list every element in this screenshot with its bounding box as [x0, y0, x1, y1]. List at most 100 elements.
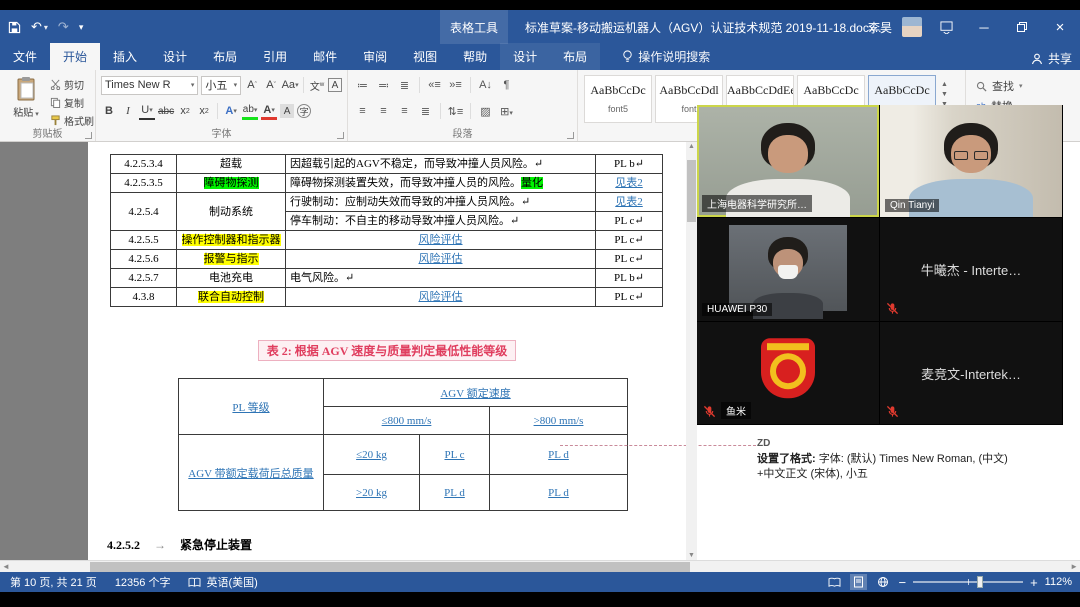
underline-button[interactable]: U▾: [139, 102, 155, 120]
zoom-slider-thumb[interactable]: [977, 576, 983, 588]
share-button[interactable]: 共享: [1031, 50, 1072, 67]
subscript-button[interactable]: x2: [177, 102, 193, 120]
line-spacing-icon[interactable]: ⇅≡: [447, 105, 464, 118]
paragraph-dialog-launcher[interactable]: [567, 132, 574, 139]
see-table2-link[interactable]: 见表2: [615, 177, 643, 189]
table-row: 4.3.8 联合自动控制 风险评估 PL c↵: [111, 288, 663, 307]
read-mode-button[interactable]: [826, 574, 843, 590]
ribbon-display-options-icon[interactable]: [932, 10, 960, 44]
grow-font-button[interactable]: Aˆ: [244, 76, 260, 94]
shrink-font-button[interactable]: Aˇ: [263, 76, 279, 94]
risk-assessment-link[interactable]: 风险评估: [419, 253, 463, 265]
qat-customize-icon[interactable]: ▾: [79, 22, 84, 33]
undo-icon[interactable]: ↶▾: [31, 19, 48, 35]
zoom-out-button[interactable]: −: [898, 575, 906, 590]
enclose-characters-icon[interactable]: 字: [297, 104, 311, 118]
restore-button[interactable]: [1008, 10, 1036, 44]
zoom-in-button[interactable]: +: [1030, 575, 1038, 590]
copy-button[interactable]: 复制: [50, 94, 94, 110]
multilevel-list-icon[interactable]: ≣: [396, 79, 413, 92]
tab-table-layout[interactable]: 布局: [550, 43, 600, 70]
shading-icon[interactable]: ▨: [477, 105, 494, 118]
clipboard-dialog-launcher[interactable]: [85, 132, 92, 139]
video-tile[interactable]: Qin Tianyi: [880, 105, 1063, 218]
video-tile[interactable]: 麦竞文-Intertek…: [880, 322, 1063, 425]
tab-home[interactable]: 开始: [50, 43, 100, 70]
align-center-icon[interactable]: ≡: [375, 105, 392, 117]
tab-design[interactable]: 设计: [150, 43, 200, 70]
numbering-icon[interactable]: ≕: [375, 79, 392, 92]
tell-me-search[interactable]: 操作说明搜索: [612, 43, 720, 70]
tab-file[interactable]: 文件: [0, 43, 50, 70]
horizontal-scrollbar[interactable]: ◄ ►: [0, 560, 1080, 572]
font-size-select[interactable]: 小五▾: [201, 76, 241, 95]
risk-assessment-link[interactable]: 风险评估: [419, 291, 463, 303]
scroll-down-icon[interactable]: ▼: [686, 552, 697, 559]
close-button[interactable]: ×: [1046, 10, 1074, 44]
tab-view[interactable]: 视图: [400, 43, 450, 70]
align-left-icon[interactable]: ≡: [354, 105, 371, 117]
character-border-icon[interactable]: A: [328, 78, 342, 92]
sort-icon[interactable]: A↓: [477, 79, 494, 91]
highlight-color-button[interactable]: ab▾: [242, 102, 258, 120]
text-effects-icon[interactable]: A▾: [223, 102, 239, 120]
language-indicator[interactable]: 英语(美国): [188, 574, 257, 590]
cut-button[interactable]: 剪切: [50, 76, 94, 92]
user-avatar[interactable]: [902, 17, 922, 37]
superscript-button[interactable]: x2: [196, 102, 212, 120]
participant-name-label: 鱼米: [721, 402, 751, 419]
font-dialog-launcher[interactable]: [337, 132, 344, 139]
font-name-select[interactable]: Times New R▾: [101, 76, 198, 95]
redo-icon[interactable]: ↷: [58, 19, 69, 35]
decrease-indent-icon[interactable]: «≡: [426, 79, 443, 91]
tab-references[interactable]: 引用: [250, 43, 300, 70]
borders-icon[interactable]: ⊞▾: [498, 105, 515, 118]
increase-indent-icon[interactable]: »≡: [447, 79, 464, 91]
tab-insert[interactable]: 插入: [100, 43, 150, 70]
font-color-button[interactable]: A▾: [261, 102, 277, 120]
minimize-button[interactable]: ─: [970, 10, 998, 44]
vertical-scrollbar-thumb[interactable]: [687, 160, 696, 222]
page-indicator[interactable]: 第 10 页, 共 21 页: [10, 574, 97, 590]
zoom-level[interactable]: 112%: [1045, 576, 1072, 588]
video-tile[interactable]: 鱼米: [697, 322, 880, 425]
styles-scroll-up-icon[interactable]: ▲: [941, 81, 948, 88]
format-change-comment[interactable]: ZD 设置了格式: 字体: (默认) Times New Roman, (中文)…: [697, 438, 1027, 482]
video-tile[interactable]: HUAWEI P30: [697, 218, 880, 322]
justify-icon[interactable]: ≣: [417, 105, 434, 118]
italic-button[interactable]: I: [120, 102, 136, 120]
section-heading[interactable]: 4.2.5.2→紧急停止装置: [107, 536, 252, 553]
strikethrough-button[interactable]: abc: [158, 102, 174, 120]
tab-layout[interactable]: 布局: [200, 43, 250, 70]
risk-assessment-link[interactable]: 风险评估: [419, 234, 463, 246]
word-count[interactable]: 12356 个字: [115, 574, 171, 590]
bullets-icon[interactable]: ≔: [354, 79, 371, 92]
save-icon[interactable]: [8, 21, 21, 34]
video-tile-active-speaker[interactable]: 上海电器科学研究所…: [697, 105, 880, 218]
character-shading-icon[interactable]: A: [280, 104, 294, 118]
vertical-scrollbar[interactable]: ▲ ▼: [686, 142, 697, 560]
phonetic-guide-icon[interactable]: 文w: [309, 76, 325, 94]
tab-help[interactable]: 帮助: [450, 43, 500, 70]
bold-button[interactable]: B: [101, 102, 117, 120]
participant-figure: [729, 225, 847, 311]
horizontal-scrollbar-thumb[interactable]: [90, 562, 690, 572]
align-right-icon[interactable]: ≡: [396, 105, 413, 117]
table2-caption[interactable]: 表 2: 根据 AGV 速度与质量判定最低性能等级: [88, 340, 686, 361]
styles-scroll-down-icon[interactable]: ▼: [941, 91, 948, 98]
change-case-button[interactable]: Aa▾: [282, 76, 298, 94]
show-marks-icon[interactable]: ¶: [498, 79, 515, 91]
style-item[interactable]: AaBbCcDc font5: [584, 75, 652, 123]
video-tile[interactable]: 牛曦杰 - Interte…: [880, 218, 1063, 322]
tab-review[interactable]: 审阅: [350, 43, 400, 70]
tab-table-design[interactable]: 设计: [500, 43, 550, 70]
tab-mailings[interactable]: 邮件: [300, 43, 350, 70]
scroll-up-icon[interactable]: ▲: [686, 143, 697, 150]
find-button[interactable]: 查找▾: [976, 76, 1072, 96]
see-table2-link[interactable]: 见表2: [615, 196, 643, 208]
web-layout-button[interactable]: [874, 574, 891, 590]
print-layout-button[interactable]: [850, 574, 867, 590]
risk-table[interactable]: 4.2.5.3.4 超载 因超载引起的AGV不稳定，而导致冲撞人员风险。↵ PL…: [110, 154, 663, 307]
document-page[interactable]: 4.2.5.3.4 超载 因超载引起的AGV不稳定，而导致冲撞人员风险。↵ PL…: [88, 142, 686, 560]
zoom-slider[interactable]: [913, 581, 1023, 583]
